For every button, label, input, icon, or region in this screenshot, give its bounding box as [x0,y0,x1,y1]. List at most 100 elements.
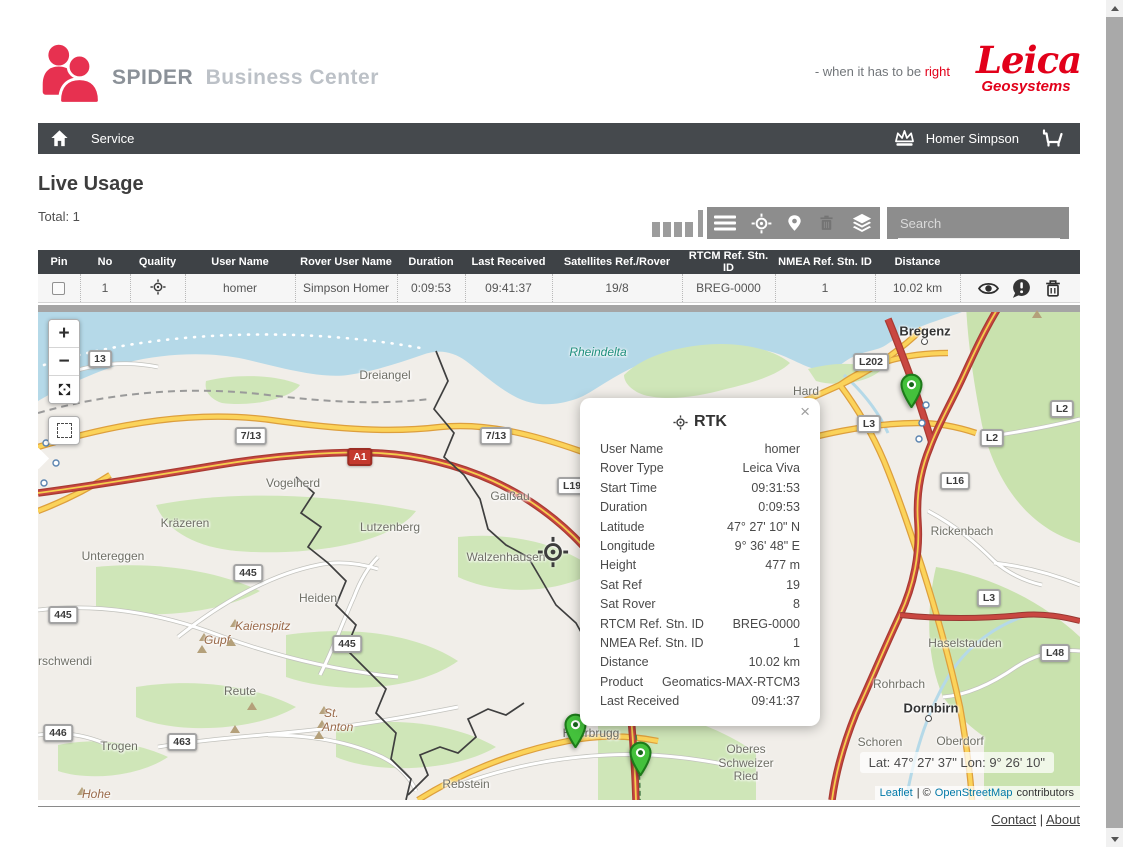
tagline-accent: right [925,64,950,79]
map-label: Rheindelta [569,345,626,359]
scroll-up-button[interactable] [1106,0,1123,16]
map-tile-edge [38,305,1080,312]
app-title-main: SPIDER [112,66,193,89]
col-duration: Duration [397,250,465,274]
app-title: SPIDER Business Center [112,66,379,90]
eye-icon [977,279,1000,298]
duration-cell: 0:09:53 [397,274,465,303]
box-select-icon [57,423,72,438]
reference-station-marker[interactable] [899,373,924,408]
cart-button[interactable] [1041,128,1066,150]
road-badge: 445 [233,564,263,582]
rtk-icon [673,415,688,430]
road-badge: 446 [43,724,73,742]
map-label: Dreiangel [359,368,410,382]
user-name: Homer Simpson [926,131,1019,146]
scrollbar[interactable] [1106,0,1123,847]
list-menu-button[interactable] [714,215,736,231]
spider-logo-icon [38,42,104,106]
leaflet-link[interactable]: Leaflet [880,787,913,799]
map-label: Hohe [77,787,87,795]
popup-row: Longitude9° 36' 48" E [580,537,820,556]
map-label: Rebstein [442,777,489,791]
fullscreen-button[interactable] [49,376,79,403]
col-actions [960,250,1080,274]
pin-on-map-button[interactable] [786,212,803,234]
peak-icon [197,645,207,653]
col-rover-user-name: Rover User Name [295,250,397,274]
satellites-cell: 19/8 [552,274,682,303]
nav-item-service[interactable]: Service [91,131,134,146]
col-last-received: Last Received [465,250,552,274]
osm-link[interactable]: OpenStreetMap [935,787,1013,799]
map-label: Rickenbach [931,524,994,538]
map-label: Oberdorf [936,734,983,748]
user-menu[interactable]: Homer Simpson [893,129,1019,148]
road-badge: L3 [857,415,881,433]
reference-station-marker[interactable] [628,741,653,776]
peak-icon [226,638,236,646]
delete-button[interactable] [817,213,836,233]
popup-row: NMEA Ref. Stn. ID1 [580,634,820,653]
pin-checkbox[interactable] [52,282,65,295]
rtcm-cell: BREG-0000 [682,274,775,303]
map-label: Reute [224,684,256,698]
popup-row: User Namehomer [580,440,820,459]
col-rtcm: RTCM Ref. Stn. ID [682,250,775,274]
scrollbar-thumb[interactable] [1106,17,1123,828]
col-quality: Quality [130,250,185,274]
map-label: Vogelherd [266,476,320,490]
nmea-cell: 1 [775,274,875,303]
popup-row: Sat Ref19 [580,576,820,595]
about-link[interactable]: About [1046,812,1080,827]
peak-icon [1032,310,1042,318]
map-zoom-controls: + − [48,319,80,404]
search-box [887,207,1069,239]
map-label: Walzenhausen [467,550,546,564]
contact-link[interactable]: Contact [991,812,1036,827]
popup-row: Distance10.02 km [580,653,820,672]
main-navbar: Service Homer Simpson [38,123,1080,154]
view-row-button[interactable] [977,279,1000,298]
table-row[interactable]: 1 homer Simpson Homer 0:09:53 09:41:37 1… [38,274,1080,303]
search-input[interactable] [898,209,1060,239]
layers-button[interactable] [851,212,873,234]
map-label: Schweizer [718,756,773,770]
rtk-quality-icon [150,279,166,295]
actions-cell [960,274,1080,303]
popup-row: Sat Rover8 [580,595,820,614]
map-label: Gupf [199,633,209,641]
zoom-in-button[interactable]: + [49,320,79,348]
popup-row: Last Received09:41:37 [580,692,820,711]
map-container[interactable]: Dreiangel Rheindelta Bregenz Hard Vogelh… [38,305,1080,800]
rover-position-marker[interactable] [537,536,569,568]
road-badge: L202 [853,353,889,371]
map-toolbar [707,207,880,239]
scroll-down-button[interactable] [1106,831,1123,847]
box-select-button[interactable] [48,416,80,445]
message-row-button[interactable] [1011,278,1032,299]
last-received-cell: 09:41:37 [465,274,552,303]
zoom-out-button[interactable]: − [49,348,79,376]
map-pin-icon [786,212,803,234]
page-footer: Contact | About [38,806,1080,827]
home-button[interactable] [50,129,69,148]
mouse-coordinates: Lat: 47° 27' 37" Lon: 9° 26' 10" [860,752,1054,773]
peak-icon [230,725,240,733]
peak-icon [314,731,324,739]
road-badge: L2 [1050,400,1074,418]
popup-row: ProductGeomatics-MAX-RTCM3 [580,673,820,692]
map-label: rschwendi [38,654,92,668]
peak-icon [247,702,257,710]
delete-row-button[interactable] [1043,278,1063,299]
col-distance: Distance [875,250,960,274]
message-alert-icon [1011,278,1032,299]
road-badge: 7/13 [480,427,512,445]
site-header: SPIDER Business Center - when it has to … [38,40,1080,112]
map-label: Dornbirn [904,701,959,716]
map-label: Trogen [100,739,138,753]
road-badge: 7/13 [235,427,267,445]
popup-close-button[interactable]: × [800,403,810,420]
col-user-name: User Name [185,250,295,274]
locate-button[interactable] [751,213,772,234]
